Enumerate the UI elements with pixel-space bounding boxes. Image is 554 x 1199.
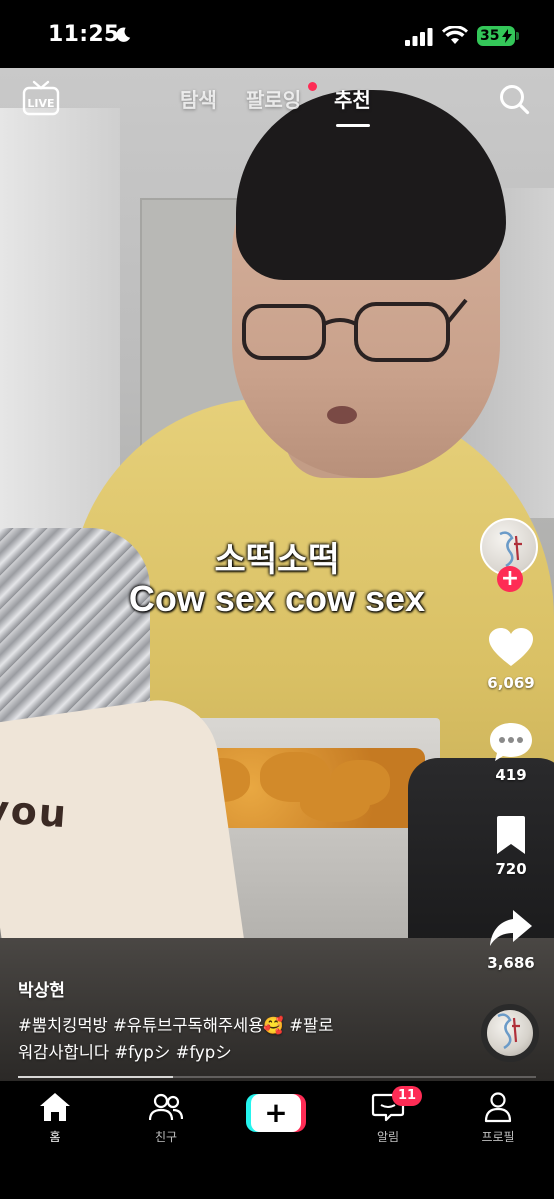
post-description[interactable]: #뿜치킹먹방 #유튜브구독해주세용🥰 #팔로 워감사합니다 #fypシ #fyp… [18,1012,458,1066]
profile-icon [484,1092,512,1123]
nav-friends-label: 친구 [154,1130,178,1144]
caption-english: Cow sex cow sex [128,578,426,619]
status-bar: 11:25 35 [0,0,554,68]
nav-profile-label: 프로필 [481,1130,515,1144]
inbox-badge: 11 [392,1086,423,1106]
search-icon[interactable] [498,83,530,115]
create-button[interactable]: + [246,1094,306,1132]
moon-icon [116,27,131,42]
active-tab-indicator [336,124,370,127]
caption-korean: 소떡소떡 [214,540,340,580]
video-progress-fill [18,1076,174,1078]
nav-home-label: 홈 [49,1130,61,1144]
plus-icon: + [251,1094,301,1132]
music-disc-logo-icon [497,1013,520,1050]
bookmark-icon[interactable] [489,816,533,856]
tab-following[interactable]: 팔로잉 [246,84,301,113]
avatar-logo-icon [499,531,522,568]
share-icon[interactable] [489,908,533,948]
video-nugget [300,782,370,822]
author-name[interactable]: 박상현 [18,976,65,1001]
tab-for-you[interactable]: 추천 [334,84,371,113]
video-progress-bar[interactable] [18,1076,536,1078]
music-disc[interactable] [481,1004,539,1062]
heart-icon[interactable] [489,628,533,668]
nav-profile[interactable]: 프로필 [458,1090,538,1145]
live-tv-icon[interactable]: LIVE [22,80,60,116]
nav-inbox-label: 알림 [376,1130,400,1144]
video-person-mouth [327,406,357,424]
nav-home[interactable]: 홈 [15,1090,95,1145]
nav-friends[interactable]: 친구 [126,1090,206,1145]
wrapper-print: vou [0,786,70,837]
live-label: LIVE [27,97,54,110]
comment-icon[interactable] [489,722,533,762]
friends-icon [149,1093,183,1121]
charging-bolt-icon [502,29,512,43]
tab-explore[interactable]: 탐색 [180,84,217,113]
status-time: 11:25 [48,22,120,47]
battery-tip [516,32,519,40]
description-line-2: 워감사합니다 #fypシ #fypシ [18,1043,232,1062]
following-notification-dot [308,82,317,91]
home-icon [40,1093,70,1121]
comment-count: 419 [495,766,527,784]
battery-level: 35 [480,28,500,44]
like-count: 6,069 [487,674,535,692]
description-line-1: #뿜치킹먹방 #유튜브구독해주세용🥰 #팔로 [18,1016,334,1035]
follow-button[interactable]: + [497,566,523,592]
share-count: 3,686 [487,954,535,972]
battery-indicator: 35 [477,26,515,46]
cellular-signal-icon [405,28,433,46]
video-person-hair [236,90,506,280]
bookmark-count: 720 [495,860,527,878]
wifi-icon [442,26,468,44]
video-person-glasses [242,298,468,362]
